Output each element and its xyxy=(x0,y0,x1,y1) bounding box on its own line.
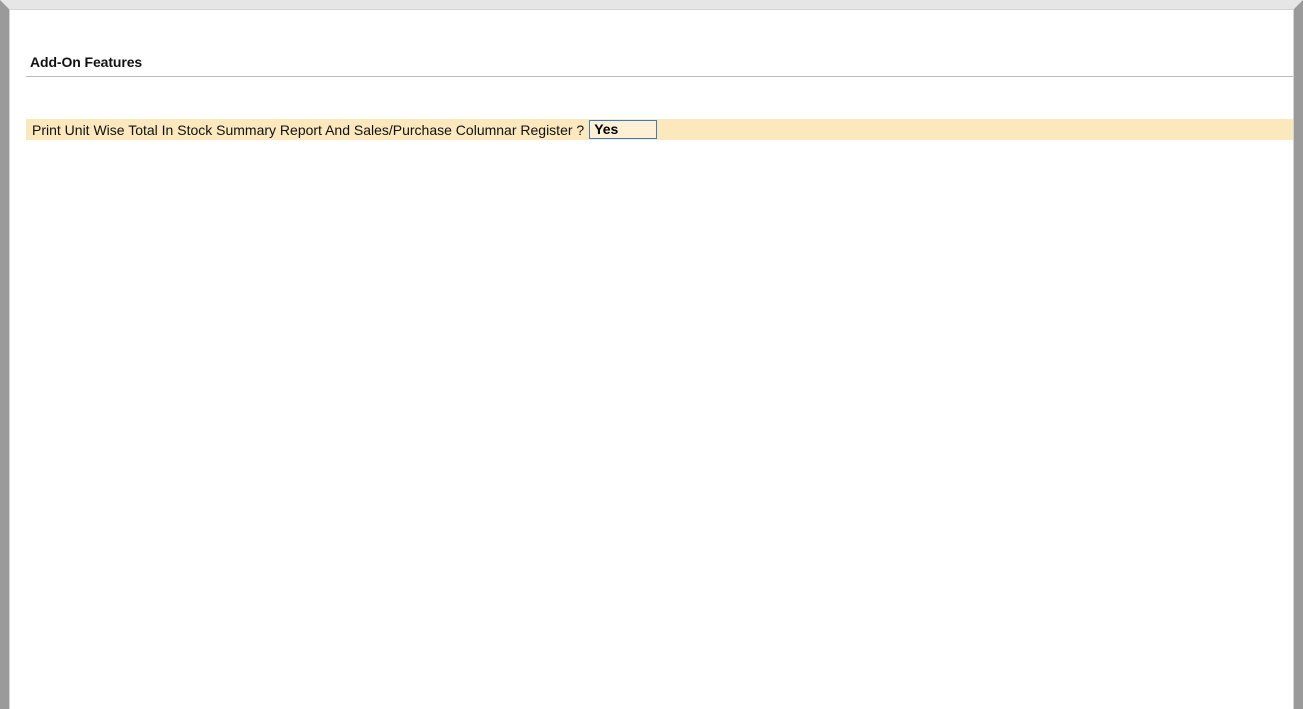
section-divider xyxy=(26,76,1293,77)
option-label: Print Unit Wise Total In Stock Summary R… xyxy=(32,121,585,138)
option-value-field[interactable]: Yes xyxy=(589,120,658,139)
option-row-print-unit-wise-total[interactable]: Print Unit Wise Total In Stock Summary R… xyxy=(26,119,1293,140)
config-panel: Add-On Features Print Unit Wise Total In… xyxy=(9,9,1294,709)
config-window: Add-On Features Print Unit Wise Total In… xyxy=(0,0,1303,709)
section-title: Add-On Features xyxy=(30,54,143,70)
